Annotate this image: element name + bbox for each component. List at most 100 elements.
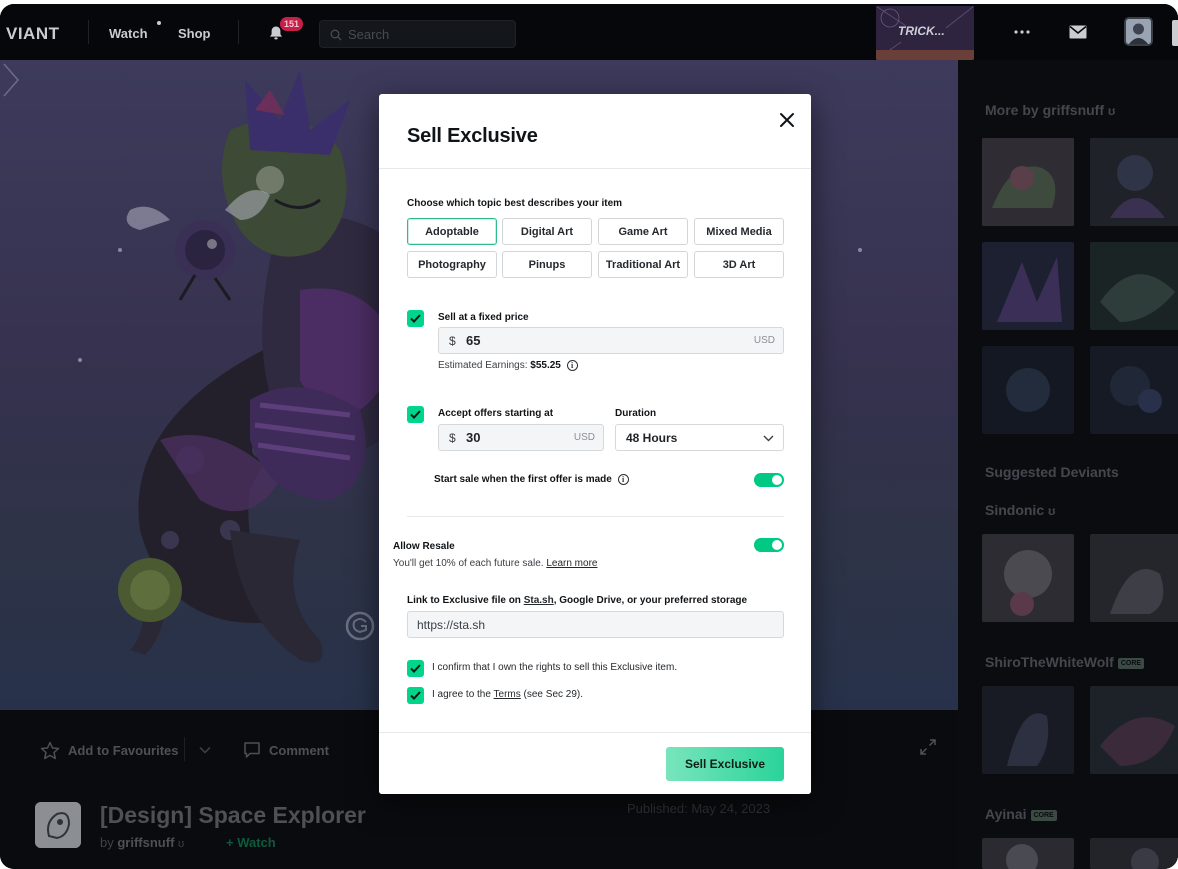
topic-photography-button[interactable]: Photography bbox=[407, 251, 497, 278]
resale-description: You'll get 10% of each future sale. Lear… bbox=[393, 558, 597, 569]
deviant-name-text: ShiroTheWhiteWolf bbox=[985, 654, 1114, 670]
nav-edge-button[interactable] bbox=[1172, 20, 1178, 46]
exclusive-file-link-input[interactable] bbox=[407, 611, 784, 638]
deviant-thumb[interactable] bbox=[982, 838, 1074, 869]
suggested-deviant-name[interactable]: Ayinai CORE bbox=[985, 806, 1057, 822]
mail-icon[interactable] bbox=[1069, 25, 1087, 39]
add-to-favourites-button[interactable]: Add to Favourites bbox=[40, 740, 179, 760]
author-name-link[interactable]: griffsnuff bbox=[117, 835, 174, 850]
confirm-rights-checkbox[interactable] bbox=[407, 660, 424, 677]
allow-resale-toggle[interactable] bbox=[754, 538, 784, 552]
thumbnail-image-icon bbox=[982, 838, 1074, 869]
allow-resale-label: Allow Resale bbox=[393, 541, 455, 552]
nav-watch-link[interactable]: Watch bbox=[109, 26, 148, 41]
modal-title: Sell Exclusive bbox=[407, 125, 538, 147]
topic-prompt: Choose which topic best describes your i… bbox=[407, 198, 623, 209]
right-sidebar: More by griffsnuff ʊ Suggested Deviants … bbox=[958, 60, 1178, 869]
thumbnail-image-icon bbox=[1090, 838, 1178, 869]
more-by-thumb[interactable] bbox=[982, 138, 1074, 226]
agree-terms-checkbox[interactable] bbox=[407, 687, 424, 704]
topic-pinups-button[interactable]: Pinups bbox=[502, 251, 592, 278]
more-by-heading: More by griffsnuff ʊ bbox=[985, 102, 1115, 118]
checkmark-icon bbox=[410, 410, 421, 419]
search-box bbox=[319, 20, 516, 48]
topic-mixed-media-button[interactable]: Mixed Media bbox=[694, 218, 784, 245]
user-avatar-image-icon bbox=[1126, 19, 1151, 44]
fixed-price-checkbox[interactable] bbox=[407, 310, 424, 327]
deviation-title: [Design] Space Explorer bbox=[100, 802, 366, 828]
more-by-thumb[interactable] bbox=[982, 242, 1074, 330]
next-arrow-icon[interactable] bbox=[0, 60, 22, 100]
comment-button[interactable]: Comment bbox=[243, 740, 329, 760]
duration-select[interactable]: 48 Hours bbox=[615, 424, 784, 451]
thumbnail-image-icon bbox=[982, 686, 1074, 774]
nav-divider bbox=[88, 20, 89, 44]
sell-exclusive-button[interactable]: Sell Exclusive bbox=[666, 747, 784, 781]
nav-shop-link[interactable]: Shop bbox=[178, 26, 211, 41]
deviant-thumb[interactable] bbox=[1090, 686, 1178, 774]
more-by-thumb[interactable] bbox=[1090, 138, 1178, 226]
deviant-thumb[interactable] bbox=[1090, 838, 1178, 869]
thumbnail-image-icon bbox=[982, 346, 1074, 434]
stash-link[interactable]: Sta.sh bbox=[524, 595, 554, 606]
file-link-label-prefix: Link to Exclusive file on bbox=[407, 595, 524, 606]
deviantart-logo[interactable]: VIANT bbox=[6, 24, 60, 44]
author-avatar[interactable] bbox=[35, 802, 81, 848]
fixed-price-input[interactable]: $ 65 USD bbox=[438, 327, 784, 354]
suggested-deviant-name[interactable]: ShiroTheWhiteWolf CORE bbox=[985, 654, 1145, 670]
more-options-icon[interactable] bbox=[1013, 28, 1031, 36]
comment-label: Comment bbox=[269, 742, 329, 758]
file-link-label: Link to Exclusive file on Sta.sh, Google… bbox=[407, 595, 747, 606]
info-icon[interactable]: i bbox=[566, 360, 578, 371]
topic-3d-art-button[interactable]: 3D Art bbox=[694, 251, 784, 278]
deviant-thumb[interactable] bbox=[1090, 534, 1178, 622]
duration-value: 48 Hours bbox=[626, 431, 678, 445]
start-sale-toggle[interactable] bbox=[754, 473, 784, 487]
fixed-price-value: 65 bbox=[466, 333, 481, 348]
fullscreen-expand-icon[interactable] bbox=[919, 738, 937, 756]
start-sale-label: Start sale when the first offer is made … bbox=[434, 474, 629, 485]
author-group-icon: ʊ bbox=[178, 838, 185, 850]
user-avatar[interactable] bbox=[1124, 17, 1153, 46]
deviant-thumb[interactable] bbox=[982, 534, 1074, 622]
thumbnail-image-icon bbox=[1090, 534, 1178, 622]
topic-game-art-button[interactable]: Game Art bbox=[598, 218, 688, 245]
fixed-price-label: Sell at a fixed price bbox=[438, 312, 529, 323]
thumbnail-image-icon bbox=[1090, 346, 1178, 434]
search-input[interactable] bbox=[348, 21, 508, 47]
more-by-thumb[interactable] bbox=[982, 346, 1074, 434]
topic-adoptable-button[interactable]: Adoptable bbox=[407, 218, 497, 245]
offer-min-value: 30 bbox=[466, 430, 481, 445]
deviant-thumb[interactable] bbox=[982, 686, 1074, 774]
thumbnail-image-icon bbox=[982, 242, 1074, 330]
promo-banner[interactable]: TRICK... bbox=[876, 6, 974, 60]
sell-exclusive-modal: Sell Exclusive Choose which topic best d… bbox=[379, 94, 811, 794]
thumbnail-image-icon bbox=[982, 534, 1074, 622]
chevron-down-icon[interactable] bbox=[199, 746, 211, 754]
toggle-knob bbox=[772, 540, 782, 550]
topic-traditional-art-button[interactable]: Traditional Art bbox=[598, 251, 688, 278]
more-by-thumb[interactable] bbox=[1090, 242, 1178, 330]
topic-digital-art-button[interactable]: Digital Art bbox=[502, 218, 592, 245]
terms-link[interactable]: Terms bbox=[494, 689, 521, 700]
more-by-thumb[interactable] bbox=[1090, 346, 1178, 434]
toggle-knob bbox=[772, 475, 782, 485]
favourites-divider bbox=[184, 737, 185, 761]
info-icon[interactable]: i bbox=[617, 474, 629, 485]
deviant-name-text: Sindonic bbox=[985, 502, 1045, 518]
nav-divider bbox=[238, 20, 239, 44]
accept-offers-checkbox[interactable] bbox=[407, 406, 424, 423]
learn-more-link[interactable]: Learn more bbox=[546, 558, 597, 569]
confirm-rights-label: I confirm that I own the rights to sell … bbox=[432, 662, 678, 673]
suggested-deviant-name[interactable]: Sindonic ʊ bbox=[985, 502, 1055, 518]
notification-count-badge: 151 bbox=[280, 17, 304, 31]
estimated-earnings: Estimated Earnings: $55.25 i bbox=[438, 360, 578, 371]
close-icon[interactable] bbox=[777, 110, 797, 130]
core-badge: CORE bbox=[1030, 809, 1057, 821]
watch-author-button[interactable]: + Watch bbox=[226, 835, 276, 850]
currency-symbol: $ bbox=[449, 431, 456, 445]
file-link-label-suffix: , Google Drive, or your preferred storag… bbox=[553, 595, 748, 606]
offer-min-input[interactable]: $ 30 USD bbox=[438, 424, 604, 451]
thumbnail-image-icon bbox=[982, 138, 1074, 226]
section-divider bbox=[407, 516, 784, 517]
